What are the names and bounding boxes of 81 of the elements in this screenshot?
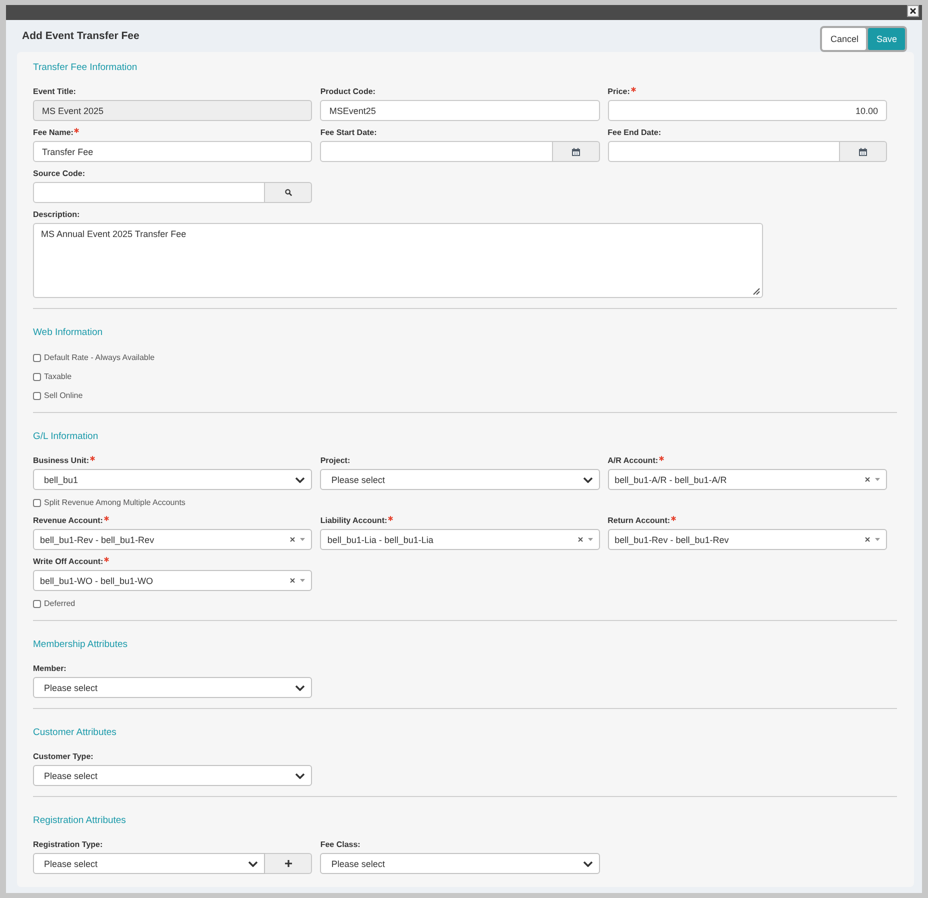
- checkbox[interactable]: [33, 600, 41, 608]
- field-label: Event Title:: [33, 86, 76, 98]
- checkbox-label: Deferred: [44, 598, 76, 610]
- field-label: A/R Account:: [608, 455, 658, 467]
- section-title: Transfer Fee Information: [33, 61, 138, 75]
- field-label: Business Unit:: [33, 455, 90, 467]
- select-dropdown[interactable]: Please select: [33, 677, 312, 698]
- section-title: Web Information: [33, 326, 104, 340]
- combo-select[interactable]: bell_bu1-A/R - bell_bu1-A/R: [608, 469, 887, 490]
- select-dropdown[interactable]: Please select: [33, 853, 266, 874]
- field-label: Member:: [33, 663, 66, 675]
- field-label: Fee End Date:: [608, 127, 661, 139]
- field-label: Liability Account:: [320, 515, 388, 527]
- date-input[interactable]: [608, 141, 840, 162]
- chevron-down-icon: [248, 860, 258, 866]
- caret-icon: [588, 538, 593, 541]
- text-input[interactable]: [33, 182, 266, 203]
- select-dropdown[interactable]: Please select: [33, 765, 312, 786]
- checkbox[interactable]: [33, 498, 41, 506]
- resize-handle-icon[interactable]: [753, 288, 760, 295]
- clear-icon[interactable]: [290, 578, 296, 583]
- select-dropdown[interactable]: Please select: [320, 469, 600, 490]
- clear-icon[interactable]: [578, 537, 583, 542]
- chevron-down-icon: [295, 476, 306, 482]
- field-label: Description:: [33, 209, 80, 221]
- field-label: Revenue Account:: [33, 515, 103, 527]
- combo-select[interactable]: bell_bu1-Lia - bell_bu1-Lia: [320, 529, 600, 550]
- close-button[interactable]: [907, 5, 919, 17]
- field-label: Write Off Account:: [33, 556, 104, 568]
- field-label: Project:: [320, 455, 350, 467]
- clear-icon[interactable]: [865, 477, 870, 482]
- combo-select[interactable]: bell_bu1-Rev - bell_bu1-Rev: [608, 529, 887, 550]
- combo-select[interactable]: bell_bu1-Rev - bell_bu1-Rev: [33, 529, 312, 550]
- chevron-down-icon: [295, 684, 306, 690]
- section-title: Membership Attributes: [33, 638, 129, 652]
- chevron-down-icon: [582, 476, 593, 482]
- calendar-icon: [572, 148, 580, 156]
- section-title: Customer Attributes: [33, 726, 118, 740]
- caret-icon: [875, 538, 880, 541]
- chevron-down-icon: [295, 772, 306, 778]
- checkbox-label: Sell Online: [44, 390, 83, 402]
- field-label: Price:: [608, 86, 630, 98]
- caret-icon: [300, 538, 306, 541]
- text-input[interactable]: Transfer Fee: [33, 141, 312, 162]
- field-label: Source Code:: [33, 168, 86, 180]
- checkbox-label: Taxable: [44, 370, 72, 382]
- calendar-button[interactable]: [840, 141, 887, 162]
- checkbox[interactable]: [33, 392, 41, 400]
- calendar-icon: [859, 148, 867, 156]
- clear-icon[interactable]: [865, 537, 870, 542]
- combo-select[interactable]: bell_bu1-WO - bell_bu1-WO: [33, 570, 312, 591]
- cancel-button[interactable]: Cancel: [822, 28, 866, 50]
- price-input[interactable]: 10.00: [608, 100, 887, 121]
- clear-icon[interactable]: [290, 537, 296, 542]
- description-textarea[interactable]: MS Annual Event 2025 Transfer Fee: [33, 223, 763, 298]
- section-title: Registration Attributes: [33, 814, 127, 828]
- field-label: Fee Start Date:: [320, 127, 377, 139]
- caret-icon: [875, 478, 880, 481]
- field-label: Return Account:: [608, 515, 670, 527]
- field-label: Customer Type:: [33, 751, 94, 763]
- add-button[interactable]: [265, 853, 312, 874]
- checkbox-label: Default Rate - Always Available: [44, 352, 155, 364]
- chevron-down-icon: [582, 860, 593, 866]
- dialog-title: Add Event Transfer Fee: [22, 29, 140, 43]
- checkbox[interactable]: [33, 354, 41, 362]
- text-input[interactable]: MSEvent25: [320, 100, 600, 121]
- plus-icon: [284, 860, 292, 867]
- checkbox-label: Split Revenue Among Multiple Accounts: [44, 496, 186, 508]
- checkbox[interactable]: [33, 372, 41, 380]
- select-dropdown[interactable]: bell_bu1: [33, 469, 312, 490]
- field-label: Product Code:: [320, 86, 376, 98]
- caret-icon: [300, 579, 306, 582]
- field-label: Registration Type:: [33, 839, 103, 851]
- close-icon: [910, 8, 916, 14]
- field-label: Fee Name:: [33, 127, 74, 139]
- select-dropdown[interactable]: Please select: [320, 853, 600, 874]
- calendar-button[interactable]: [552, 141, 600, 162]
- field-label: Fee Class:: [320, 839, 360, 851]
- section-title: G/L Information: [33, 430, 100, 444]
- date-input[interactable]: [320, 141, 553, 162]
- search-icon: [284, 189, 292, 196]
